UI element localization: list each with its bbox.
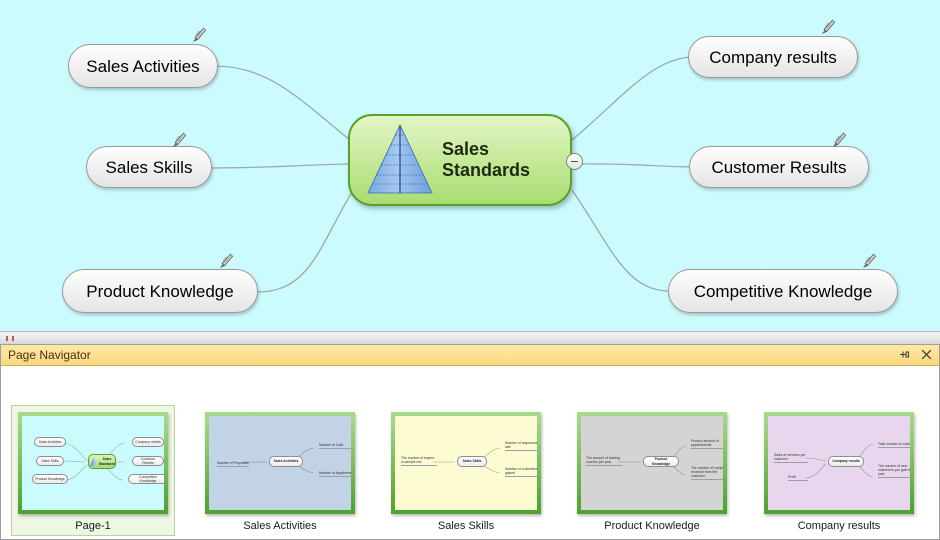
pyramid-icon (367, 124, 433, 194)
thumbnail-center-node: Product Knowledge (643, 456, 679, 467)
topic-node-product-knowledge[interactable]: Product Knowledge (62, 269, 258, 313)
thumbnail-branch-node: Company results (132, 437, 164, 447)
mindmap-canvas[interactable]: Sales Standards Sales Activities Sales S… (0, 0, 940, 331)
thumbnail-branch-node: Number of Calls (319, 440, 351, 449)
page-thumbnail-frame: Company results Sales of services per cu… (764, 412, 914, 514)
topic-label: Sales Activities (86, 56, 200, 76)
thumbnail-branch-node: Sales Skills (36, 456, 64, 466)
thumbnail-branch-node: Sales Activities (34, 437, 66, 447)
page-thumbnail-frame: Sales Skills The number of buyers in sam… (391, 412, 541, 514)
topic-label: Company results (709, 47, 837, 67)
thumbnail-branch-node: Number of responses rate (505, 438, 537, 451)
page-thumbnail-preview: Product Knowledge The amount of training… (581, 416, 723, 510)
page-thumbnail-item[interactable]: Sales Activities Number of Proposals Num… (198, 405, 362, 536)
thumbnail-center-node: Sales Activities (269, 456, 303, 467)
page-navigator-title: Page Navigator (8, 348, 91, 362)
hyperlink-clip-icon[interactable] (821, 18, 837, 36)
panel-splitter[interactable] (0, 331, 940, 345)
topic-node-sales-skills[interactable]: Sales Skills (86, 146, 212, 188)
thumbnail-branch-node: Profit (788, 472, 808, 481)
pin-icon[interactable] (898, 347, 911, 362)
hyperlink-clip-icon[interactable] (832, 131, 848, 149)
thumbnail-branch-node: Customer Results (132, 456, 164, 466)
thumbnail-center-node: Sales Skills (457, 456, 487, 467)
central-topic-node[interactable]: Sales Standards (348, 114, 572, 206)
topic-label: Sales Skills (105, 157, 193, 177)
page-thumbnail-caption: Product Knowledge (604, 520, 700, 532)
hyperlink-clip-icon[interactable] (192, 26, 208, 44)
thumbnail-branch-node: Sales of services per customer (774, 448, 808, 463)
mindmap-application: Sales Standards Sales Activities Sales S… (0, 0, 940, 540)
thumbnail-branch-node: The amount of training courses per year (586, 451, 622, 466)
page-thumbnail-caption: Sales Skills (437, 520, 495, 532)
thumbnail-branch-node: The number of new customers you gain thi… (878, 460, 910, 478)
hyperlink-clip-icon[interactable] (862, 252, 878, 270)
page-thumbnail-frame: Product Knowledge The amount of training… (577, 412, 727, 514)
minus-icon (571, 160, 578, 163)
page-thumbnail-item[interactable]: Sales Skills The number of buyers in sam… (384, 405, 548, 536)
topic-node-competitive-knowledge[interactable]: Competitive Knowledge (668, 269, 898, 313)
topic-node-sales-activities[interactable]: Sales Activities (68, 44, 218, 88)
page-navigator-title-bar: Page Navigator (1, 345, 939, 366)
page-thumbnail-caption: Company results (797, 520, 881, 532)
topic-label: Competitive Knowledge (693, 281, 873, 301)
page-thumbnail-item[interactable]: Company results Sales of services per cu… (757, 405, 921, 536)
page-thumbnail-preview: Company results Sales of services per cu… (768, 416, 910, 510)
page-thumbnail-frame: Sales Activities Number of Proposals Num… (205, 412, 355, 514)
topic-label: Product Knowledge (86, 281, 234, 301)
page-thumbnail-caption: Sales Activities (243, 520, 317, 532)
page-thumbnail-frame: Sales Standards Sales Activities Sales S… (18, 412, 168, 514)
thumbnail-center-node: Sales Standards (88, 454, 116, 469)
page-thumbnail-item[interactable]: Product Knowledge The amount of training… (570, 405, 734, 536)
thumbnail-branch-node: Competitive Knowledge (128, 474, 164, 484)
thumbnail-branch-node: The number of buyers in sample mix (401, 452, 437, 466)
topic-node-company-results[interactable]: Company results (688, 36, 858, 78)
thumbnail-branch-node: The number of complaints received from t… (691, 462, 723, 480)
page-thumbnail-list[interactable]: Sales Standards Sales Activities Sales S… (1, 366, 939, 538)
pyramid-icon (89, 457, 98, 466)
thumbnail-branch-node: Product amount of appointments (691, 436, 723, 449)
thumbnail-center-node: Company results (828, 456, 864, 467)
thumbnail-branch-node: Number of Appointments (319, 464, 351, 477)
thumbnail-branch-node: Number of Proposals (217, 454, 249, 467)
thumbnail-branch-node: Number of customers gained (505, 464, 537, 477)
hyperlink-clip-icon[interactable] (172, 131, 188, 149)
collapse-toggle-button[interactable] (566, 153, 583, 170)
page-thumbnail-preview: Sales Activities Number of Proposals Num… (209, 416, 351, 510)
page-thumbnail-preview: Sales Standards Sales Activities Sales S… (22, 416, 164, 510)
central-topic-label: Sales Standards (442, 139, 531, 180)
page-navigator-tools (898, 347, 933, 362)
splitter-grip-icon (6, 336, 14, 341)
page-thumbnail-preview: Sales Skills The number of buyers in sam… (395, 416, 537, 510)
thumbnail-branch-node: Product Knowledge (32, 474, 68, 484)
topic-label: Customer Results (711, 157, 847, 177)
page-navigator-panel: Page Navigator Sales Standards Sales Act… (0, 345, 940, 540)
page-thumbnail-item[interactable]: Sales Standards Sales Activities Sales S… (11, 405, 175, 536)
topic-node-customer-results[interactable]: Customer Results (689, 146, 869, 188)
hyperlink-clip-icon[interactable] (219, 252, 235, 270)
thumbnail-branch-node: Total number of customers (878, 435, 910, 448)
close-icon[interactable] (920, 347, 933, 362)
page-thumbnail-caption: Page-1 (75, 520, 111, 532)
